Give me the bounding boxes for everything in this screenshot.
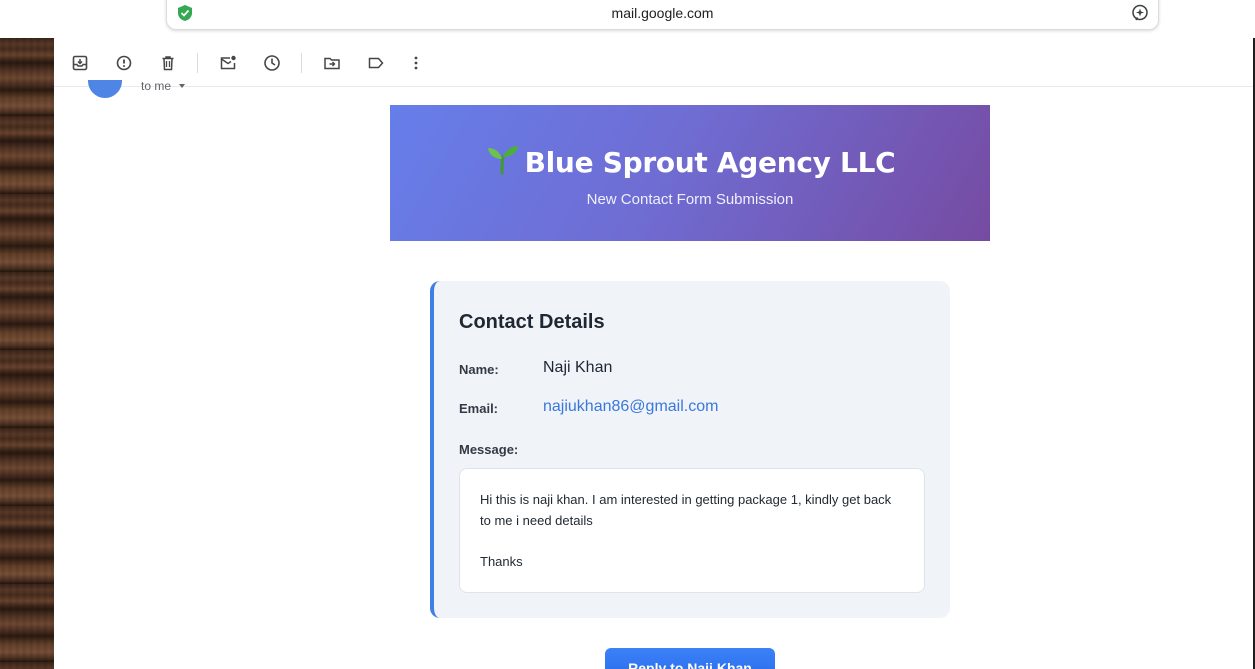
label-icon[interactable] (365, 52, 387, 74)
report-spam-icon[interactable] (113, 52, 135, 74)
message-signoff: Thanks (480, 554, 523, 569)
desktop-background (0, 38, 54, 669)
more-vert-icon[interactable] (405, 52, 427, 74)
message-label: Message: (459, 442, 519, 457)
snooze-icon[interactable] (261, 52, 283, 74)
move-to-icon[interactable] (321, 52, 343, 74)
contact-details-card: Contact Details Name: Naji Khan Email: n… (430, 281, 950, 618)
email-value-link[interactable]: najiukhan86@gmail.com (543, 398, 718, 415)
recipient-line: to me (141, 80, 172, 92)
sender-avatar[interactable] (88, 80, 122, 98)
assistant-icon[interactable] (1130, 3, 1150, 23)
browser-top-bar: mail.google.com (0, 0, 1255, 38)
address-url[interactable]: mail.google.com (167, 5, 1158, 21)
message-box: Hi this is naji khan. I am interested in… (459, 468, 925, 593)
email-label: Email: (459, 401, 499, 416)
message-toolbar (54, 38, 1253, 87)
sprout-icon (485, 143, 519, 175)
delete-icon[interactable] (157, 52, 179, 74)
toolbar-divider (197, 53, 198, 73)
address-bar[interactable]: mail.google.com (166, 0, 1159, 30)
reply-button[interactable]: Reply to Naji Khan (605, 648, 775, 669)
email-banner: Blue Sprout Agency LLC New Contact Form … (390, 105, 990, 241)
banner-title: Blue Sprout Agency LLC (524, 146, 896, 179)
show-details-chevron-icon[interactable] (179, 84, 185, 88)
mark-unread-icon[interactable] (217, 52, 239, 74)
banner-title-row: Blue Sprout Agency LLC (390, 143, 990, 179)
message-body-line: Hi this is naji khan. I am interested in… (480, 492, 892, 528)
archive-icon[interactable] (69, 52, 91, 74)
name-label: Name: (459, 362, 499, 377)
card-heading: Contact Details (459, 311, 605, 333)
toolbar-divider (301, 53, 302, 73)
name-value: Naji Khan (543, 359, 613, 376)
banner-subtitle: New Contact Form Submission (586, 191, 794, 208)
